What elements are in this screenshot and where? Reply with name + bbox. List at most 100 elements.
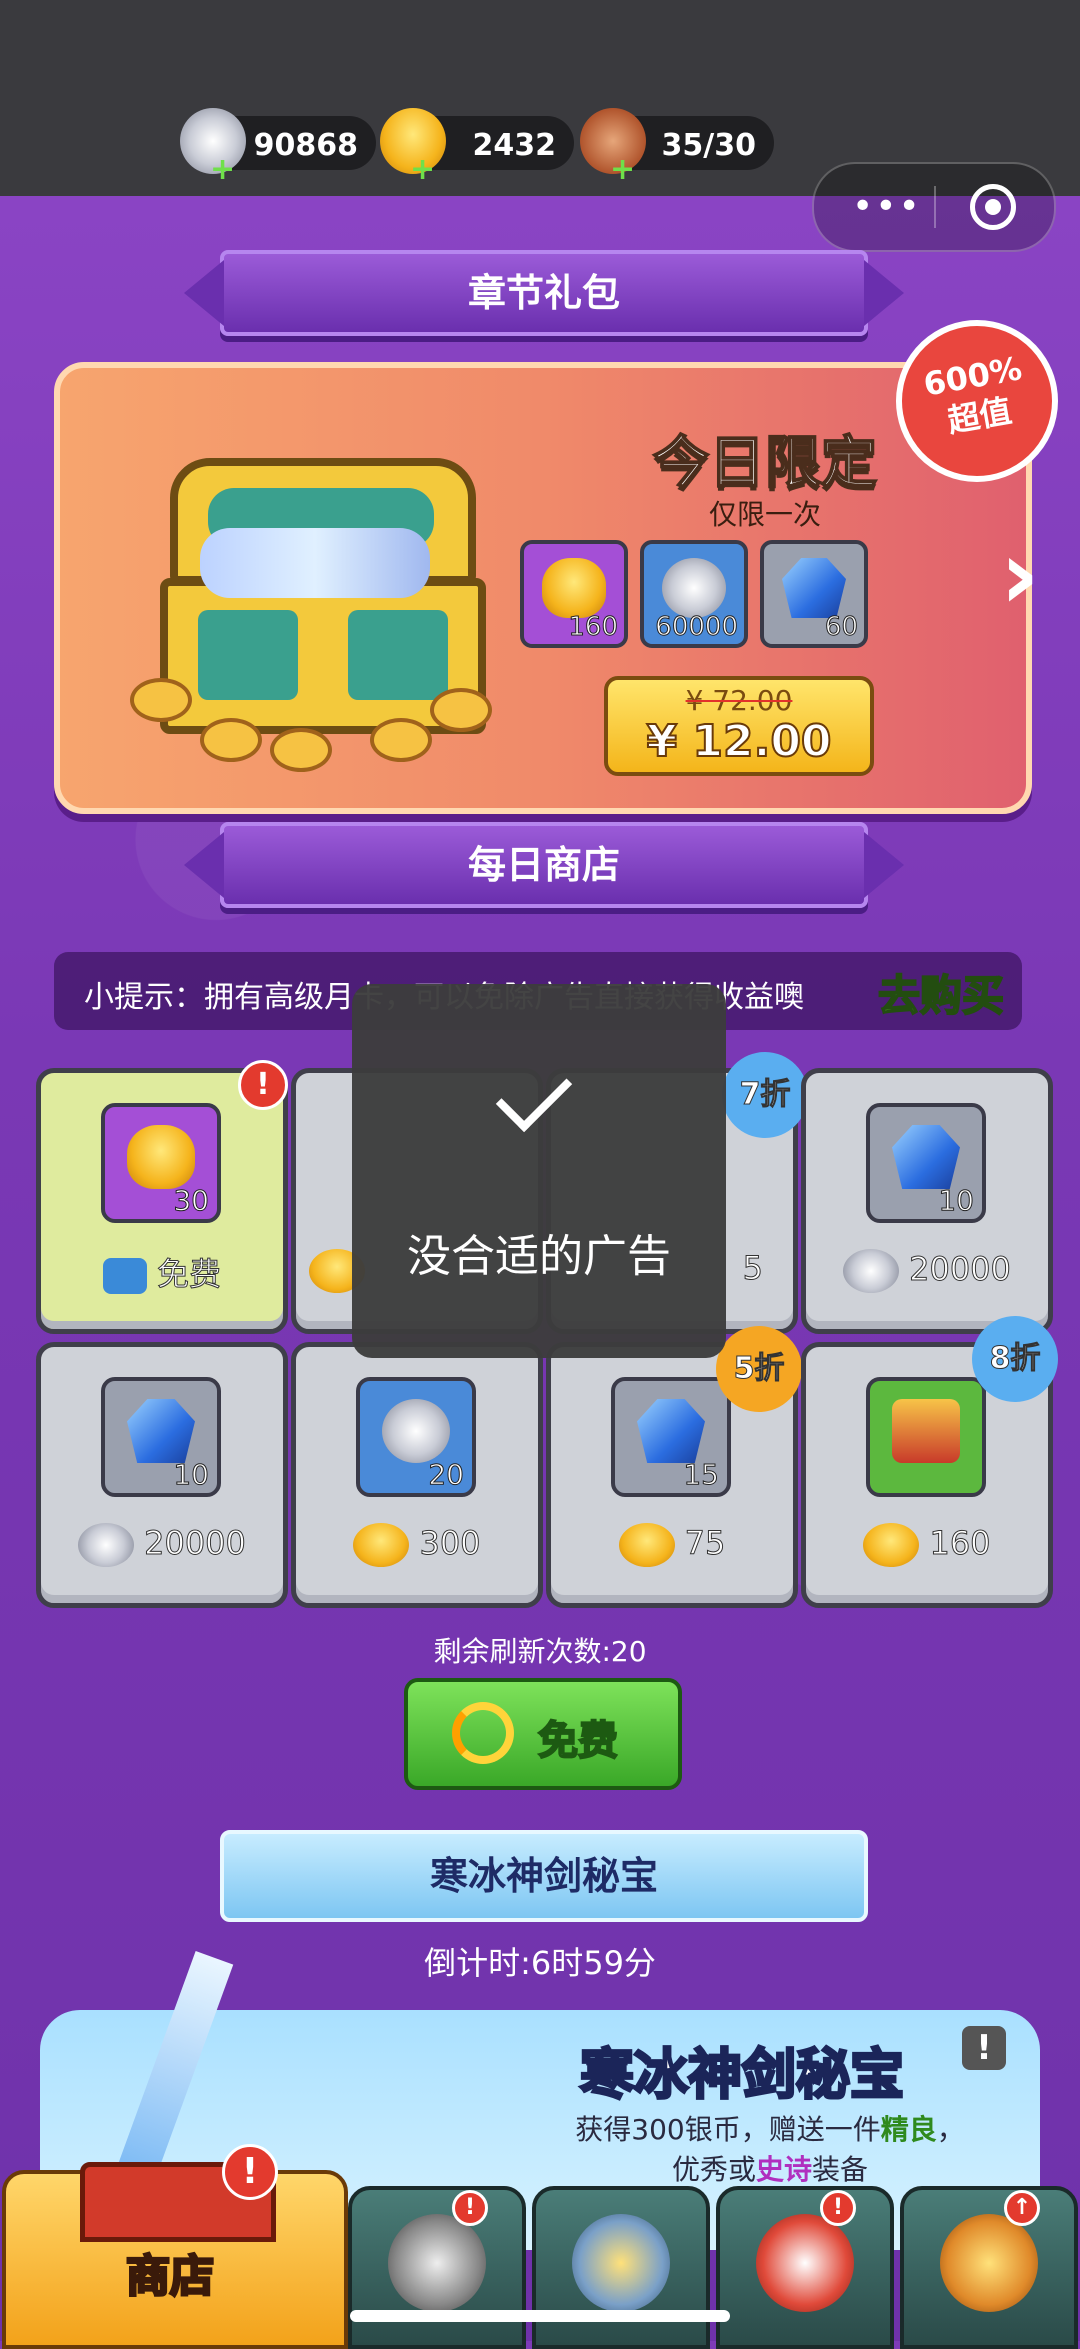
stamina-counter[interactable]: + 35/30: [580, 108, 774, 185]
daily-shop-banner: 每日商店: [184, 822, 904, 908]
price-text: 20000: [909, 1250, 1012, 1289]
shop-item-box: 10: [101, 1377, 221, 1497]
chapter-pack-card[interactable]: 今日限定 仅限一次 160 60000 60 ¥ 72.00 ¥ 12.00: [54, 362, 1032, 814]
silver-coin-icon: [78, 1523, 135, 1567]
silver-coin-icon: [843, 1249, 900, 1293]
gold-ingot-value: 2432: [472, 128, 557, 163]
nav-shop[interactable]: 商店 !: [2, 2144, 348, 2349]
blue-gem-boot-icon: [892, 1125, 960, 1189]
pack-item-count: 60: [824, 612, 858, 643]
hero-stars-icon: [756, 2214, 854, 2312]
price-text: 160: [929, 1524, 991, 1563]
blue-gem-scroll-icon: [127, 1399, 195, 1463]
pack-item-silver[interactable]: 60000: [640, 540, 748, 648]
armor-icon: [892, 1399, 960, 1463]
more-icon[interactable]: •••: [852, 186, 922, 227]
item-price: 75: [551, 1523, 793, 1567]
shop-slot-4[interactable]: 10 20000: [801, 1068, 1053, 1334]
item-price: 20000: [806, 1249, 1048, 1293]
desc-text: ，: [936, 2113, 965, 2146]
pack-subtitle: 仅限一次: [708, 498, 821, 531]
pack-item-count: 160: [568, 612, 619, 643]
silver-coin-fast-icon: [382, 1399, 450, 1463]
item-price: 160: [806, 1523, 1048, 1567]
toast-overlay: 没合适的广告: [352, 984, 726, 1358]
crossed-swords-icon: [572, 2214, 670, 2312]
ice-sword-title: 寒冰神剑秘宝: [579, 2042, 906, 2108]
mini-program-capsule: •••: [812, 162, 1056, 252]
item-price: 免费: [41, 1249, 283, 1295]
shop-slot-6[interactable]: 20 300: [291, 1342, 543, 1608]
shop-item-box: 30: [101, 1103, 221, 1223]
discount-badge: 8折: [972, 1316, 1058, 1402]
go-buy-link[interactable]: 去购买: [877, 962, 1005, 1023]
shop-slot-5[interactable]: 10 20000: [36, 1342, 288, 1608]
gold-ingot-icon: [542, 558, 606, 618]
discount-badge: 5折: [716, 1326, 802, 1412]
nav-shop-label: 商店: [125, 2250, 216, 2304]
item-price: 20000: [41, 1523, 283, 1567]
alert-icon: !: [222, 2144, 278, 2200]
toast-message: 没合适的广告: [407, 1231, 671, 1282]
info-icon[interactable]: !: [962, 2026, 1006, 2070]
treasure-chest-icon: [130, 458, 510, 772]
item-count: 30: [173, 1184, 210, 1218]
close-target-icon[interactable]: [970, 184, 1016, 230]
nav-hero[interactable]: !: [716, 2186, 894, 2349]
silver-coin-counter[interactable]: + 90868: [180, 108, 376, 185]
nav-helmet[interactable]: !: [348, 2186, 526, 2349]
arrow-up-icon: ↑: [1004, 2190, 1040, 2226]
item-price: 300: [296, 1523, 538, 1567]
free-refresh-button[interactable]: 免费: [404, 1678, 682, 1790]
fist-upgrade-icon: [940, 2214, 1038, 2312]
desc-text: 或: [727, 2153, 756, 2186]
item-count: 10: [173, 1458, 210, 1492]
shop-item-box: [866, 1377, 986, 1497]
chapter-pack-banner: 章节礼包: [184, 250, 904, 336]
quality-epic: 史诗: [756, 2153, 813, 2186]
refresh-count-label: 剩余刷新次数:20: [433, 1635, 647, 1668]
add-gold-icon[interactable]: +: [410, 155, 435, 185]
item-count: 15: [683, 1458, 720, 1492]
blue-gem-medal-icon: [782, 558, 846, 618]
shop-item-box: 20: [356, 1377, 476, 1497]
add-silver-icon[interactable]: +: [210, 155, 235, 185]
quality-excellent: 优秀: [671, 2153, 728, 2186]
refresh-icon: [452, 1702, 514, 1764]
desc-text: 获得300银币，赠送一件: [575, 2113, 881, 2146]
helmet-icon: [388, 2214, 486, 2312]
free-refresh-label: 免费: [537, 1717, 619, 1765]
gold-ingot-icon: [618, 1523, 675, 1567]
desc-text: 装备: [812, 2153, 869, 2186]
silver-coin-value: 90868: [253, 128, 358, 163]
ice-sword-description: 获得300银币，赠送一件精良， 优秀或史诗装备: [540, 2110, 1000, 2190]
pack-item-gem[interactable]: 60: [760, 540, 868, 648]
home-indicator[interactable]: [350, 2310, 730, 2322]
add-stamina-icon[interactable]: +: [610, 155, 635, 185]
price-text: 5: [742, 1249, 763, 1288]
price-text: 20000: [144, 1524, 247, 1563]
check-icon: [495, 1055, 573, 1133]
gold-ingot-icon: [127, 1125, 195, 1189]
alert-icon: !: [820, 2190, 856, 2226]
blue-gem-medal-icon: [637, 1399, 705, 1463]
pack-buy-button[interactable]: ¥ 72.00 ¥ 12.00: [604, 676, 874, 776]
countdown-timer: 倒计时:6时59分: [424, 1944, 656, 1982]
nav-upgrade[interactable]: ↑: [900, 2186, 1078, 2349]
price-text: 免费: [156, 1255, 221, 1294]
quality-good: 精良: [880, 2113, 937, 2146]
gold-ingot-counter[interactable]: + 2432: [380, 108, 574, 185]
pack-title: 今日限定: [652, 430, 878, 497]
shop-slot-1[interactable]: 30 免费: [36, 1068, 288, 1334]
sale-price: ¥ 12.00: [645, 715, 832, 768]
price-text: 75: [684, 1524, 726, 1563]
nav-battle[interactable]: [532, 2186, 710, 2349]
ice-sword-banner: 寒冰神剑秘宝: [220, 1830, 868, 1922]
gold-ingot-icon: [353, 1523, 410, 1567]
alert-icon: !: [238, 1060, 288, 1110]
shop-item-box: 10: [866, 1103, 986, 1223]
chevron-right-icon[interactable]: ›: [1000, 527, 1060, 623]
discount-badge: 7折: [722, 1052, 808, 1138]
item-count: 10: [938, 1184, 975, 1218]
pack-item-gold[interactable]: 160: [520, 540, 628, 648]
